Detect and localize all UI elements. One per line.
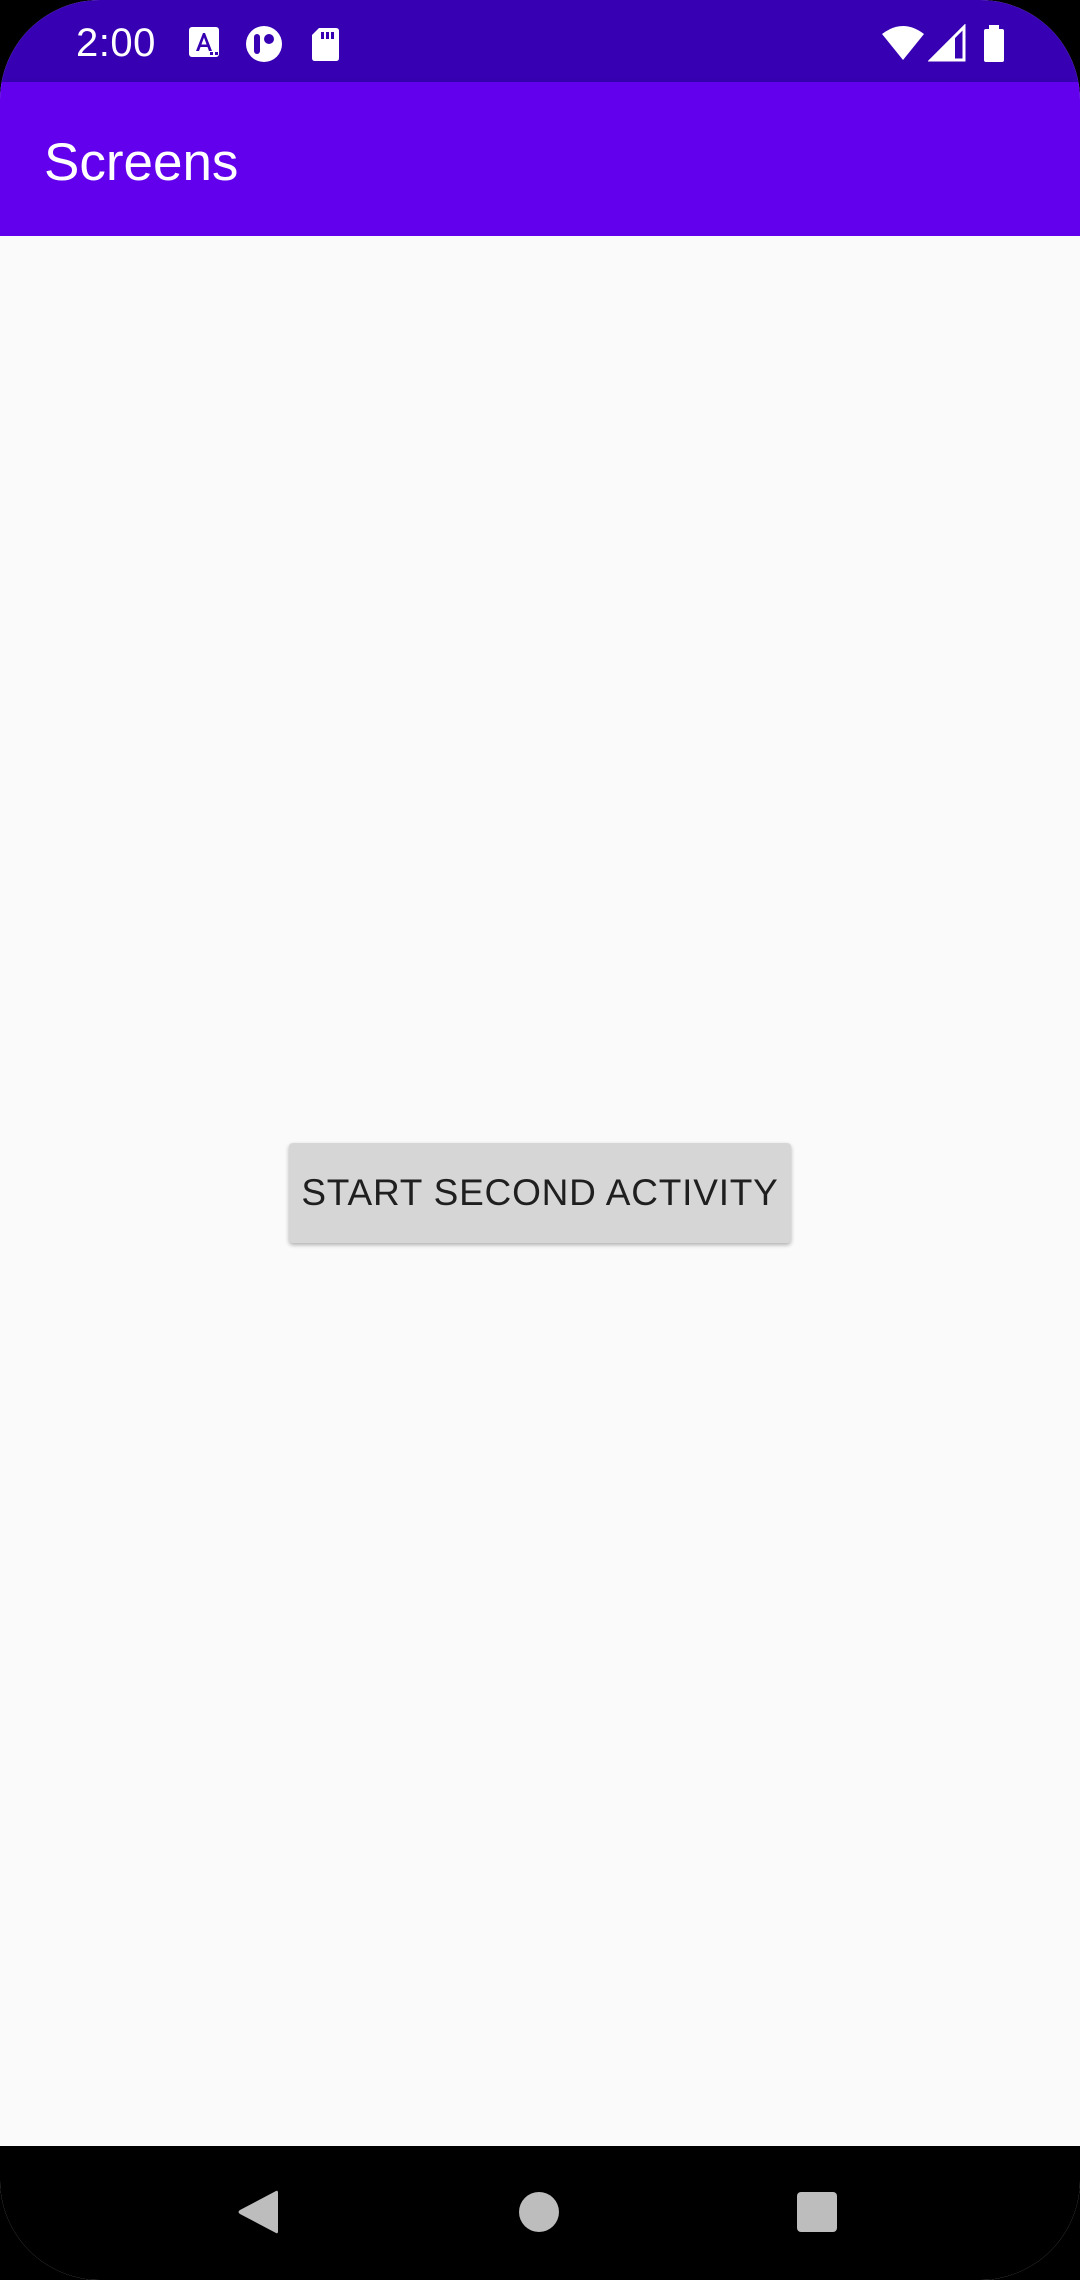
navigation-bar: [0, 2146, 1080, 2280]
font-icon: [186, 24, 226, 64]
battery-icon: [980, 24, 1008, 64]
sd-card-icon: [306, 24, 346, 64]
back-icon[interactable]: [236, 2188, 280, 2236]
wifi-icon: [880, 24, 926, 64]
recents-icon[interactable]: [797, 2192, 837, 2232]
status-time: 2:00: [76, 21, 156, 65]
circle-app-icon: [244, 24, 284, 64]
app-bar: Screens: [0, 82, 1080, 236]
device-screen: 2:00 Screens START SECOND ACTIVITY: [0, 0, 1080, 2280]
home-icon[interactable]: [519, 2192, 559, 2232]
status-bar: 2:00: [0, 0, 1080, 82]
cell-signal-icon: [927, 23, 968, 64]
app-title: Screens: [44, 133, 239, 192]
start-second-activity-button[interactable]: START SECOND ACTIVITY: [289, 1143, 791, 1243]
